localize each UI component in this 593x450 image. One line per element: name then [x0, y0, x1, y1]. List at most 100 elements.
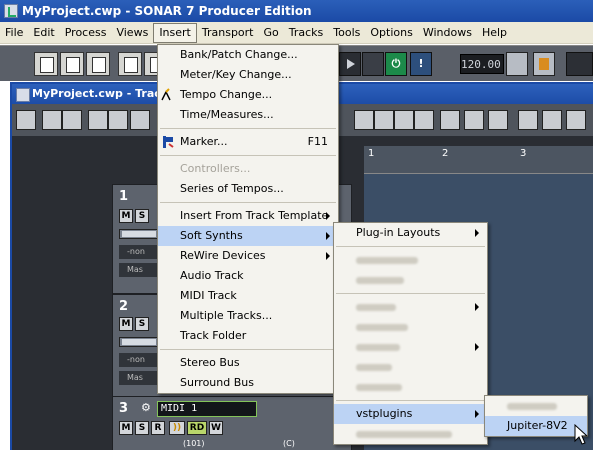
menu-options[interactable]: Options [365, 23, 417, 43]
plugin-icon[interactable] [533, 52, 555, 76]
tempo-field[interactable]: 120.00 [460, 54, 504, 74]
menu-item-plugin-layouts[interactable]: Plug-in Layouts [334, 223, 487, 243]
menu-separator [160, 349, 336, 350]
toolbar-end-icon[interactable] [566, 52, 593, 76]
menu-item-jupiter-8v2[interactable]: Jupiter-8V2 [485, 416, 587, 436]
menu-views[interactable]: Views [111, 23, 153, 43]
menu-item-redacted[interactable] [334, 377, 487, 397]
menu-item-audio-track[interactable]: Audio Track [158, 266, 338, 286]
alert-icon[interactable]: ! [410, 52, 432, 76]
draw-tool-icon[interactable] [130, 110, 150, 130]
play-icon[interactable] [339, 52, 361, 76]
menu-item-meter-key-change[interactable]: Meter/Key Change... [158, 65, 338, 85]
mute-button[interactable]: M [119, 317, 133, 331]
input-echo-button[interactable]: )) [169, 421, 185, 435]
tool-dropdown-icon[interactable] [108, 110, 128, 130]
track-number: 1 [119, 189, 129, 204]
time-ruler[interactable]: 1 2 3 [364, 146, 593, 174]
track-strip[interactable]: 3 ⚙ MIDI 1 M S R )) RD W (101) (C) [112, 396, 352, 450]
track-tool-icon[interactable] [16, 110, 36, 130]
menu-item-stereo-bus[interactable]: Stereo Bus [158, 353, 338, 373]
menu-item-time-measures[interactable]: Time/Measures... [158, 105, 338, 125]
view-icon[interactable] [118, 52, 142, 76]
menu-item-tempo-change[interactable]: Tempo Change... [158, 85, 338, 105]
menu-help[interactable]: Help [477, 23, 512, 43]
menu-file[interactable]: File [0, 23, 28, 43]
layout-icon[interactable] [488, 110, 508, 130]
menu-item-multiple-tracks[interactable]: Multiple Tracks... [158, 306, 338, 326]
submenu-arrow-icon [326, 212, 330, 220]
menu-item-midi-track[interactable]: MIDI Track [158, 286, 338, 306]
menu-windows[interactable]: Windows [418, 23, 477, 43]
menu-item-vstplugins[interactable]: vstplugins [334, 404, 487, 424]
menu-item-marker[interactable]: Marker... F11 [158, 132, 338, 152]
menu-item-bank-patch-change[interactable]: Bank/Patch Change... [158, 45, 338, 65]
zoom-tool-icon[interactable] [374, 110, 394, 130]
submenu-arrow-icon [326, 252, 330, 260]
menu-item-track-folder[interactable]: Track Folder [158, 326, 338, 346]
menu-item-rewire-devices[interactable]: ReWire Devices [158, 246, 338, 266]
menu-item-redacted[interactable] [334, 297, 487, 317]
read-automation-button[interactable]: RD [187, 421, 207, 435]
solo-button[interactable]: S [135, 317, 149, 331]
menu-item-redacted[interactable] [334, 250, 487, 270]
tempo-insert-icon[interactable] [506, 52, 528, 76]
new-file-icon[interactable] [34, 52, 58, 76]
menu-insert[interactable]: Insert [153, 22, 197, 43]
menu-item-surround-bus[interactable]: Surround Bus [158, 373, 338, 393]
save-icon[interactable] [86, 52, 110, 76]
menu-separator [160, 202, 336, 203]
mute-button[interactable]: M [119, 421, 133, 435]
tool-dropdown-icon[interactable] [62, 110, 82, 130]
ruler-mark: 3 [520, 148, 527, 159]
menu-go[interactable]: Go [259, 23, 284, 43]
edit-icon[interactable] [542, 110, 562, 130]
snap-icon[interactable] [414, 110, 434, 130]
menu-item-redacted[interactable] [334, 357, 487, 377]
pencil-icon[interactable] [566, 110, 586, 130]
open-file-icon[interactable] [60, 52, 84, 76]
menu-edit[interactable]: Edit [28, 23, 59, 43]
ruler-mark: 2 [442, 148, 449, 159]
record-icon[interactable] [362, 52, 384, 76]
menu-item-soft-synths[interactable]: Soft Synths [158, 226, 338, 246]
menu-item-redacted[interactable] [334, 337, 487, 357]
app-title-bar: MyProject.cwp - SONAR 7 Producer Edition [0, 0, 593, 22]
input-field[interactable]: -non [119, 245, 159, 259]
menu-item-redacted[interactable] [334, 270, 487, 290]
menu-separator [336, 293, 485, 294]
volume-slider[interactable] [119, 337, 159, 347]
menu-process[interactable]: Process [60, 23, 112, 43]
menu-item-redacted[interactable] [334, 424, 487, 444]
loop-icon[interactable] [440, 110, 460, 130]
ruler-mark: 1 [368, 148, 375, 159]
record-arm-button[interactable]: R [151, 421, 165, 435]
marker-flag-icon [161, 135, 175, 149]
menu-transport[interactable]: Transport [197, 23, 259, 43]
menu-separator [336, 246, 485, 247]
menu-item-series-of-tempos[interactable]: Series of Tempos... [158, 179, 338, 199]
menu-item-label: Insert From Track Template [180, 209, 329, 222]
solo-button[interactable]: S [135, 209, 149, 223]
grid-icon[interactable] [464, 110, 484, 130]
output-field[interactable]: Mas [119, 263, 159, 277]
menu-tracks[interactable]: Tracks [284, 23, 329, 43]
marker-icon[interactable] [518, 110, 538, 130]
envelope-tool-icon[interactable] [88, 110, 108, 130]
volume-slider[interactable] [119, 229, 159, 239]
metronome-icon[interactable]: ⏻ [385, 52, 407, 76]
menu-item-insert-from-track-template[interactable]: Insert From Track Template [158, 206, 338, 226]
track-name-field[interactable]: MIDI 1 [157, 401, 257, 417]
output-field[interactable]: Mas [119, 371, 159, 385]
menu-item-label: ReWire Devices [180, 249, 266, 262]
tool-dropdown-icon[interactable] [354, 110, 374, 130]
tool-dropdown-icon[interactable] [394, 110, 414, 130]
input-field[interactable]: -non [119, 353, 159, 367]
write-automation-button[interactable]: W [209, 421, 223, 435]
menu-item-redacted[interactable] [334, 317, 487, 337]
menu-tools[interactable]: Tools [328, 23, 365, 43]
menu-item-redacted[interactable] [485, 396, 587, 416]
mute-button[interactable]: M [119, 209, 133, 223]
select-tool-icon[interactable] [42, 110, 62, 130]
solo-button[interactable]: S [135, 421, 149, 435]
